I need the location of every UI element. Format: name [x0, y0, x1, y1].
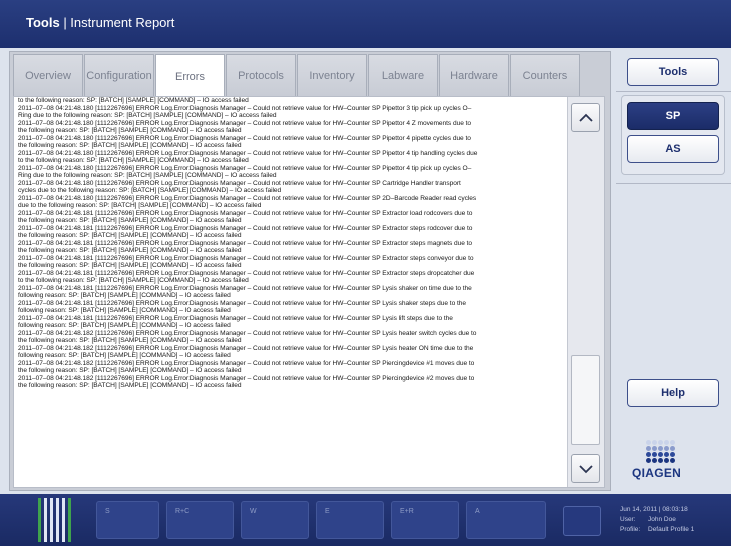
tab-counters[interactable]: Counters: [510, 54, 580, 96]
log-line: the following reason: SP: [BATCH] [SAMPL…: [18, 337, 242, 344]
log-line: 2011–07–08 04:21:48.181 [1112267696] ERR…: [18, 284, 472, 292]
profile-label: Profile:: [620, 526, 641, 533]
log-line: 2011–07–08 04:21:48.182 [1112267696] ERR…: [18, 374, 475, 382]
logo-dots-icon: [640, 440, 680, 464]
error-log-text: to the following reason: SP: [BATCH] [SA…: [18, 97, 566, 485]
slot-e[interactable]: E: [316, 501, 384, 539]
log-line: 2011–07–08 04:21:48.182 [1112267696] ERR…: [18, 359, 475, 367]
tab-bar: Overview Configuration Errors Protocols …: [13, 54, 581, 98]
datetime: Jun 14, 2011 | 08:03:18: [620, 506, 688, 513]
user-label: User:: [620, 516, 636, 523]
user-value: John Doe: [648, 516, 676, 523]
log-line: 2011–07–08 04:21:48.181 [1112267696] ERR…: [18, 314, 453, 322]
log-line: 2011–07–08 04:21:48.181 [1112267696] ERR…: [18, 299, 466, 307]
log-line: the following reason: SP: [BATCH] [SAMPL…: [18, 217, 242, 224]
sp-button[interactable]: SP: [627, 102, 719, 130]
scroll-up-button[interactable]: [571, 103, 600, 132]
log-line: 2011–07–08 04:21:48.180 [1112267696] ERR…: [18, 119, 471, 127]
log-line: 2011–07–08 04:21:48.182 [1112267696] ERR…: [18, 329, 477, 337]
scroll-down-button[interactable]: [571, 454, 600, 483]
log-line: following reason: SP: [BATCH] [SAMPLE] […: [18, 322, 231, 329]
log-line: following reason: SP: [BATCH] [SAMPLE] […: [18, 307, 231, 314]
log-line: Ring due to the following reason: SP: [B…: [18, 112, 277, 119]
log-line: the following reason: SP: [BATCH] [SAMPL…: [18, 142, 242, 149]
help-button[interactable]: Help: [627, 379, 719, 407]
status-bar: S R+C W E E+R A Jun 14, 2011 | 08:03:18 …: [0, 494, 731, 546]
log-line: to the following reason: SP: [BATCH] [SA…: [18, 277, 249, 284]
scroll-thumb[interactable]: [571, 355, 600, 445]
tab-inventory[interactable]: Inventory: [297, 54, 367, 96]
log-line: the following reason: SP: [BATCH] [SAMPL…: [18, 367, 242, 374]
error-log-box: to the following reason: SP: [BATCH] [SA…: [13, 96, 605, 488]
qiagen-logo: QIAGEN: [626, 440, 714, 482]
log-line: cycles due to the following reason: SP: …: [18, 187, 282, 194]
tab-labware[interactable]: Labware: [368, 54, 438, 96]
log-line: 2011–07–08 04:21:48.181 [1112267696] ERR…: [18, 224, 473, 232]
tools-button[interactable]: Tools: [627, 58, 719, 86]
log-line: 2011–07–08 04:21:48.180 [1112267696] ERR…: [18, 149, 478, 157]
slot-r-c[interactable]: R+C: [166, 501, 234, 539]
log-line: to the following reason: SP: [BATCH] [SA…: [18, 97, 249, 104]
right-panel: Tools SP AS Help: [616, 51, 731, 491]
log-line: the following reason: SP: [BATCH] [SAMPL…: [18, 232, 242, 239]
chevron-up-icon: [578, 113, 593, 122]
tab-protocols[interactable]: Protocols: [226, 54, 296, 96]
title-bar: Tools | Instrument Report: [0, 0, 731, 48]
report-panel: Overview Configuration Errors Protocols …: [9, 51, 611, 491]
tab-errors[interactable]: Errors: [155, 54, 225, 98]
tab-overview[interactable]: Overview: [13, 54, 83, 96]
log-line: the following reason: SP: [BATCH] [SAMPL…: [18, 382, 242, 389]
qiagen-wordmark: QIAGEN: [632, 466, 682, 480]
log-line: Ring due to the following reason: SP: [B…: [18, 172, 277, 179]
log-line: the following reason: SP: [BATCH] [SAMPL…: [18, 127, 242, 134]
log-line: the following reason: SP: [BATCH] [SAMPL…: [18, 247, 242, 254]
log-line: 2011–07–08 04:21:48.180 [1112267696] ERR…: [18, 164, 472, 172]
tab-configuration[interactable]: Configuration: [84, 54, 154, 96]
log-line: 2011–07–08 04:21:48.181 [1112267696] ERR…: [18, 209, 473, 217]
slot-a[interactable]: A: [466, 501, 546, 539]
log-line: the following reason: SP: [BATCH] [SAMPL…: [18, 262, 242, 269]
slot-s[interactable]: S: [96, 501, 159, 539]
log-line: 2011–07–08 04:21:48.181 [1112267696] ERR…: [18, 269, 475, 277]
tab-hardware[interactable]: Hardware: [439, 54, 509, 96]
status-indicator: [563, 506, 601, 536]
scrollbar[interactable]: [567, 97, 604, 487]
page-title: Tools | Instrument Report: [26, 15, 175, 30]
log-line: 2011–07–08 04:21:48.181 [1112267696] ERR…: [18, 239, 473, 247]
log-line: 2011–07–08 04:21:48.181 [1112267696] ERR…: [18, 254, 474, 262]
instrument-status-icon[interactable]: [34, 498, 80, 542]
slot-w[interactable]: W: [241, 501, 309, 539]
log-line: 2011–07–08 04:21:48.180 [1112267696] ERR…: [18, 104, 472, 112]
log-line: due to the following reason: SP: [BATCH]…: [18, 202, 262, 209]
log-line: 2011–07–08 04:21:48.180 [1112267696] ERR…: [18, 179, 461, 187]
chevron-down-icon: [578, 464, 593, 473]
log-line: following reason: SP: [BATCH] [SAMPLE] […: [18, 352, 231, 359]
divider: [616, 183, 731, 184]
profile-value: Default Profile 1: [648, 526, 695, 533]
as-button[interactable]: AS: [627, 135, 719, 163]
log-line: following reason: SP: [BATCH] [SAMPLE] […: [18, 292, 231, 299]
divider: [616, 91, 731, 92]
slot-e-r[interactable]: E+R: [391, 501, 459, 539]
session-info: Jun 14, 2011 | 08:03:18 User: John Doe Pr…: [620, 505, 694, 535]
log-line: to the following reason: SP: [BATCH] [SA…: [18, 157, 249, 164]
log-line: 2011–07–08 04:21:48.180 [1112267696] ERR…: [18, 194, 477, 202]
log-line: 2011–07–08 04:21:48.180 [1112267696] ERR…: [18, 134, 471, 142]
log-line: 2011–07–08 04:21:48.182 [1112267696] ERR…: [18, 344, 474, 352]
